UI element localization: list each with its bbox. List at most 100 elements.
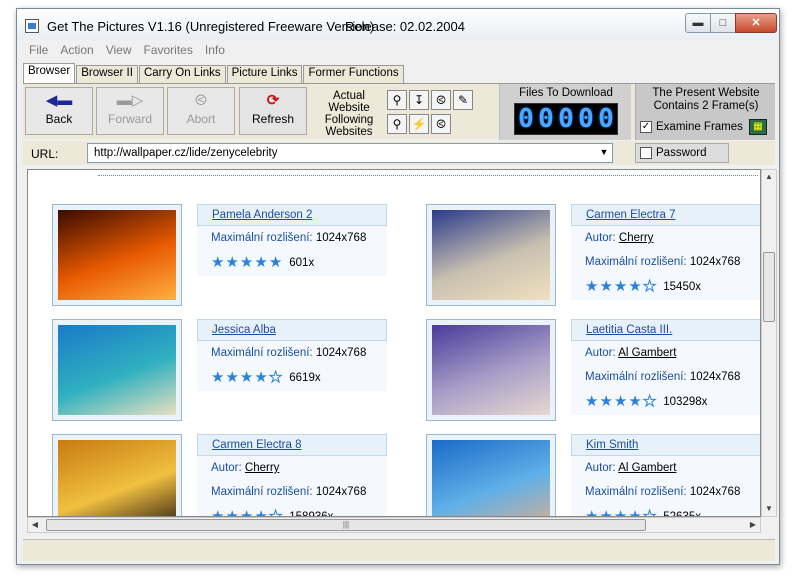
wallpaper-thumbnail[interactable] — [52, 434, 182, 516]
release-date: Release: 02.02.2004 — [345, 19, 465, 34]
author-row: Autor: Cherry — [571, 226, 760, 250]
star-empty-icon: ★ — [642, 393, 657, 410]
star-filled-icon: ★ — [613, 393, 628, 410]
wallpaper-thumbnail[interactable] — [426, 319, 556, 421]
edit-icon[interactable]: ✎ — [453, 90, 473, 110]
app-icon — [25, 19, 39, 33]
frames-icon[interactable]: ▦ — [749, 119, 767, 135]
abort-following-icon[interactable]: ⧀ — [431, 114, 451, 134]
maximize-icon[interactable]: □ — [710, 13, 736, 33]
resolution-row: Maximální rozlišení: 1024x768 — [197, 480, 387, 504]
wallpaper-info: Laetitia Casta III. Autor: Al Gambert Maxi… — [571, 319, 760, 415]
author-link[interactable]: Cherry — [619, 232, 654, 244]
vertical-scroll-thumb[interactable] — [763, 252, 775, 322]
wallpaper-thumbnail[interactable] — [426, 434, 556, 516]
author-link[interactable]: Cherry — [245, 462, 280, 474]
counter-digit: 0 — [578, 104, 594, 134]
tab-strip: Browser Browser II Carry On Links Pictur… — [23, 63, 405, 83]
rating: ★ ★ ★ ★ ★ 6619x — [197, 365, 387, 391]
scroll-left-icon[interactable]: ◀ — [28, 518, 42, 532]
author-link[interactable]: Al Gambert — [618, 462, 676, 474]
menu-favorites[interactable]: Favorites — [138, 41, 199, 59]
author-link[interactable]: Al Gambert — [618, 347, 676, 359]
toolbar: ◀▬ Back ▬▷ Forward ⧀ Abort ⟳ Refresh Act… — [23, 83, 775, 140]
refresh-button[interactable]: ⟳ Refresh — [239, 87, 307, 135]
examine-frames-label: Examine Frames — [656, 121, 743, 133]
wallpaper-image — [432, 325, 550, 415]
resolution-value: 1024x768 — [689, 486, 741, 498]
lightning-icon[interactable]: ⚡ — [409, 114, 429, 134]
horizontal-scroll-thumb[interactable]: ||| — [46, 519, 646, 531]
menu-file[interactable]: File — [23, 41, 54, 59]
examine-frames-checkbox[interactable]: ✓ Examine Frames — [640, 121, 743, 133]
resolution-row: Maximální rozlišení: 1024x768 — [197, 226, 387, 250]
abort-icon: ⧀ — [194, 92, 207, 109]
password-checkbox[interactable]: Password — [635, 143, 729, 163]
url-value: http://wallpaper.cz/lide/zenycelebrity — [94, 147, 278, 159]
counter-digit: 0 — [538, 104, 554, 134]
menu-info[interactable]: Info — [199, 41, 231, 59]
scroll-right-icon[interactable]: ▶ — [746, 518, 760, 532]
wallpaper-name-link[interactable]: Kim Smith — [571, 434, 760, 456]
browser-content[interactable]: Pamela Anderson 2 Maximální rozlišení: 10… — [27, 169, 761, 517]
wallpaper-name-link[interactable]: Pamela Anderson 2 — [197, 204, 387, 226]
wallpaper-name-link[interactable]: Carmen Electra 8 — [197, 434, 387, 456]
checkbox-icon[interactable] — [640, 147, 652, 159]
title-bar[interactable]: Get The Pictures V1.16 (Unregistered Fre… — [17, 9, 779, 40]
back-button[interactable]: ◀▬ Back — [25, 87, 93, 135]
wallpaper-name-link[interactable]: Jessica Alba — [197, 319, 387, 341]
tab-carry-on-links[interactable]: Carry On Links — [138, 65, 226, 83]
resolution-value: 1024x768 — [315, 486, 367, 498]
star-filled-icon: ★ — [268, 254, 283, 271]
download-icon[interactable]: ↧ — [409, 90, 429, 110]
author-label: Autor: — [211, 462, 242, 474]
menu-view[interactable]: View — [100, 41, 138, 59]
author-label: Autor: — [585, 232, 616, 244]
abort-label: Abort — [186, 112, 216, 126]
wallpaper-card: Carmen Electra 8 Autor: Cherry Maximální r… — [52, 434, 392, 517]
star-filled-icon: ★ — [628, 393, 642, 410]
minimize-icon[interactable]: ▬ — [685, 13, 711, 33]
star-filled-icon: ★ — [239, 508, 254, 517]
wallpaper-name-link[interactable]: Laetitia Casta III. — [571, 319, 760, 341]
scroll-down-icon[interactable]: ▼ — [762, 502, 776, 516]
star-filled-icon: ★ — [585, 278, 599, 295]
star-filled-icon: ★ — [585, 393, 599, 410]
resolution-row: Maximální rozlišení: 1024x768 — [197, 341, 387, 365]
vertical-scrollbar[interactable]: ▲ ▼ — [761, 169, 777, 517]
star-filled-icon: ★ — [239, 369, 254, 386]
tab-picture-links[interactable]: Picture Links — [226, 65, 303, 83]
resolution-row: Maximální rozlišení: 1024x768 — [571, 250, 760, 274]
wallpaper-name-link[interactable]: Carmen Electra 7 — [571, 204, 760, 226]
chevron-down-icon[interactable]: ▼ — [598, 147, 610, 159]
star-empty-icon: ★ — [642, 508, 657, 517]
tab-browser[interactable]: Browser — [23, 63, 76, 83]
url-input[interactable]: http://wallpaper.cz/lide/zenycelebrity ▼ — [87, 143, 613, 163]
search-following-icon[interactable]: ⚲ — [387, 114, 407, 134]
tab-browser-2[interactable]: Browser II — [76, 65, 138, 83]
wallpaper-image — [432, 210, 550, 300]
wallpaper-thumbnail[interactable] — [426, 204, 556, 306]
resolution-value: 1024x768 — [689, 371, 741, 383]
search-icon[interactable]: ⚲ — [387, 90, 407, 110]
star-filled-icon: ★ — [599, 508, 613, 517]
counter-digit: 0 — [558, 104, 574, 134]
rating: ★ ★ ★ ★ ★ 158936x — [197, 504, 387, 517]
abort-small-icon[interactable]: ⧀ — [431, 90, 451, 110]
checkbox-checked-icon[interactable]: ✓ — [640, 121, 652, 133]
scroll-up-icon[interactable]: ▲ — [762, 170, 776, 184]
abort-button[interactable]: ⧀ Abort — [167, 87, 235, 135]
tab-former-functions[interactable]: Former Functions — [303, 65, 404, 83]
resolution-value: 1024x768 — [315, 347, 367, 359]
horizontal-scrollbar[interactable]: ◀ ||| ▶ — [27, 517, 761, 533]
status-bar — [23, 539, 775, 561]
forward-button[interactable]: ▬▷ Forward — [96, 87, 164, 135]
present-website-panel: The Present Website Contains 2 Frame(s) … — [635, 84, 775, 140]
wallpaper-thumbnail[interactable] — [52, 204, 182, 306]
wallpaper-thumbnail[interactable] — [52, 319, 182, 421]
menu-action[interactable]: Action — [54, 41, 99, 59]
forward-arrow-icon: ▬▷ — [116, 92, 144, 109]
wallpaper-info: Carmen Electra 8 Autor: Cherry Maximální r… — [197, 434, 387, 517]
following-websites-label: Following Websites — [324, 114, 374, 138]
close-icon[interactable]: ✕ — [735, 13, 777, 33]
